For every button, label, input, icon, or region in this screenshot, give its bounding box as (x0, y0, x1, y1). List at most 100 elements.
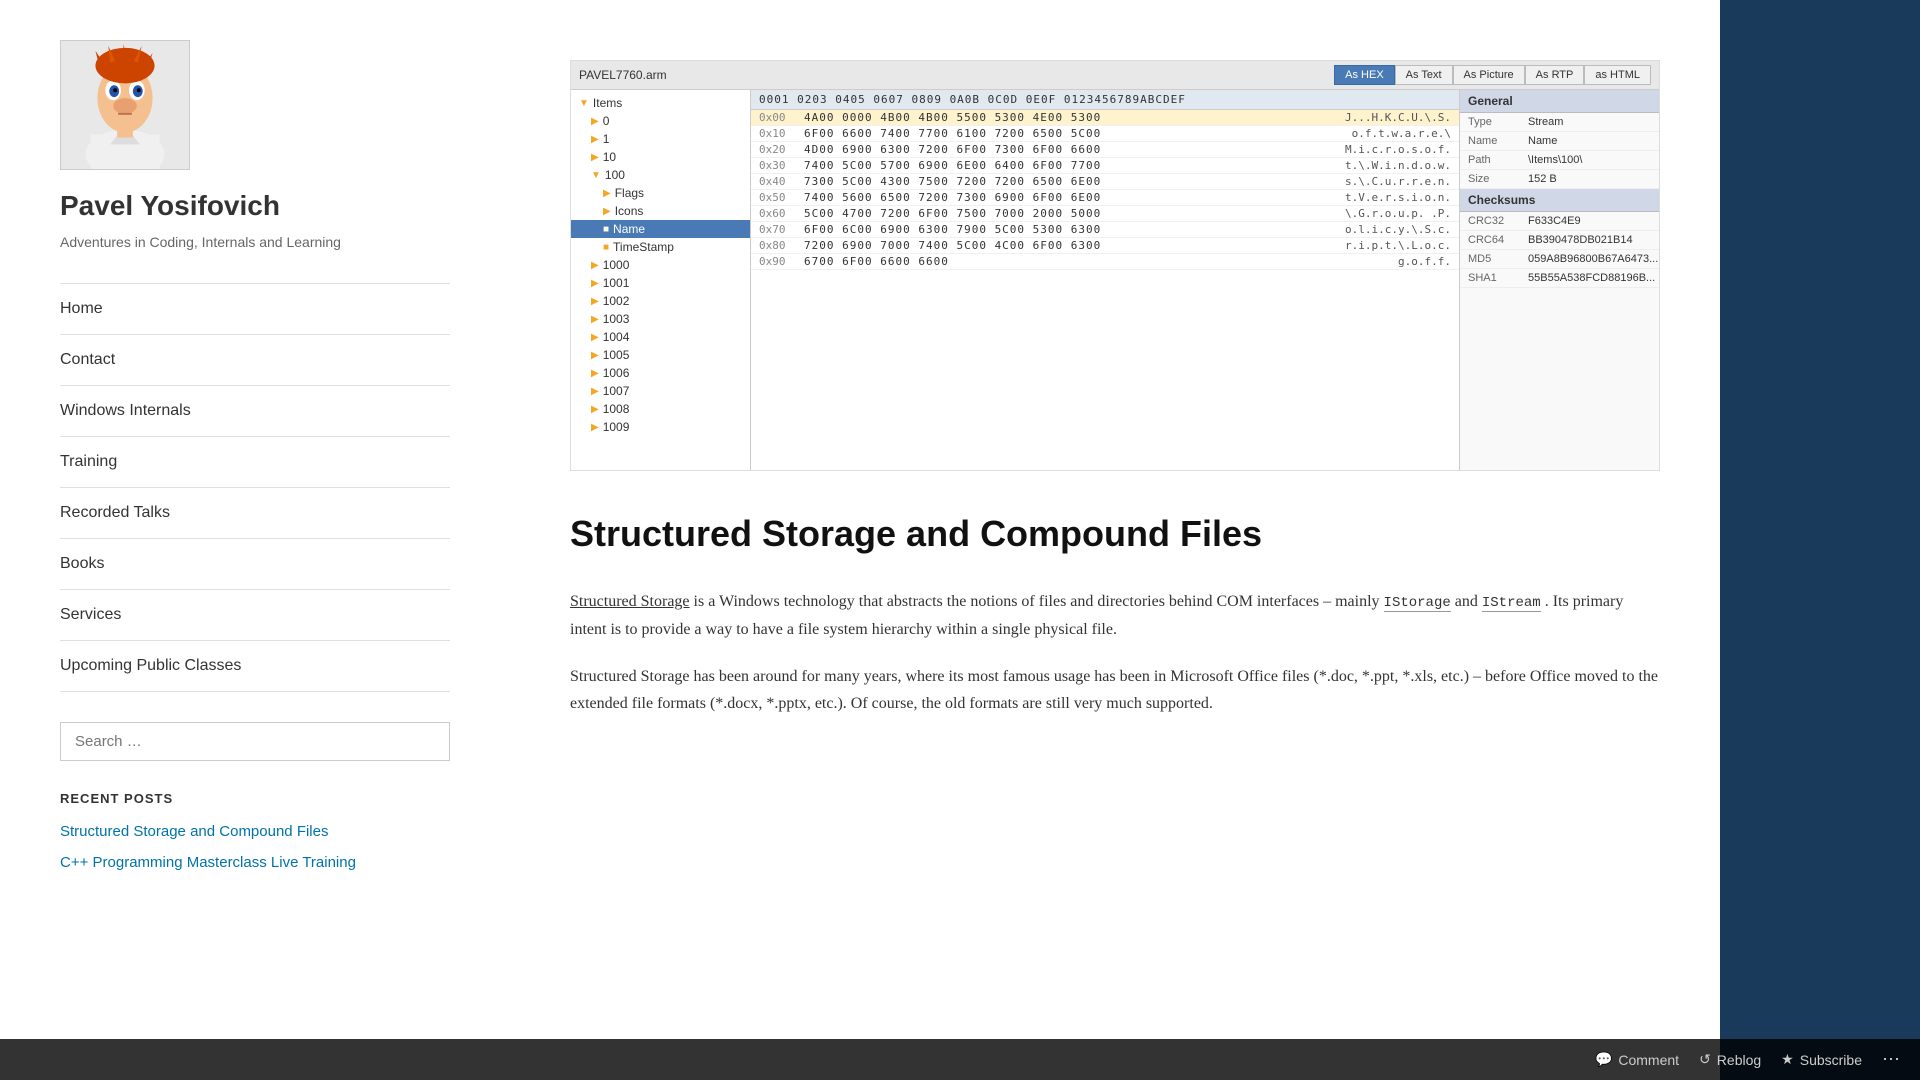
tree-1005[interactable]: ▶ 1005 (571, 346, 750, 364)
tree-1002[interactable]: ▶ 1002 (571, 292, 750, 310)
tree-100[interactable]: ▼ 100 (571, 166, 750, 184)
tree-items[interactable]: ▼ Items (571, 94, 750, 112)
istorage-code: IStorage (1384, 595, 1451, 612)
istream-code: IStream (1482, 595, 1541, 612)
tree-1009[interactable]: ▶ 1009 (571, 418, 750, 436)
hex-display: 0001 0203 0405 0607 0809 0A0B 0C0D 0E0F … (751, 90, 1459, 470)
tree-label: Icons (615, 204, 644, 218)
article-title: Structured Storage and Compound Files (570, 511, 1660, 558)
tree-1006[interactable]: ▶ 1006 (571, 364, 750, 382)
tree-label: 1003 (603, 312, 630, 326)
tree-label: 1007 (603, 384, 630, 398)
folder-icon: ▶ (591, 404, 599, 415)
recent-post-1[interactable]: Structured Storage and Compound Files (60, 821, 450, 842)
tree-name[interactable]: ■ Name (571, 220, 750, 238)
main-content: PAVEL7760.arm As HEX As Text As Picture … (510, 0, 1720, 1080)
hex-row-9: 0x90 6700 6F00 6600 6600 g.o.f.f. (751, 254, 1459, 270)
tree-timestamp[interactable]: ■ TimeStamp (571, 238, 750, 256)
subscribe-label: Subscribe (1800, 1052, 1862, 1068)
file-icon: ■ (603, 224, 609, 235)
folder-icon: ▼ (591, 170, 601, 181)
article-paragraph-2: Structured Storage has been around for m… (570, 663, 1660, 717)
tree-label: TimeStamp (613, 240, 674, 254)
viewer-title: PAVEL7760.arm (579, 68, 1330, 82)
tab-as-hex[interactable]: As HEX (1334, 65, 1395, 85)
tree-label: 1002 (603, 294, 630, 308)
nav-item-upcoming-classes[interactable]: Upcoming Public Classes (60, 641, 450, 692)
folder-icon: ▶ (591, 368, 599, 379)
tab-as-text[interactable]: As Text (1395, 65, 1453, 85)
folder-icon: ▶ (591, 116, 599, 127)
tree-1001[interactable]: ▶ 1001 (571, 274, 750, 292)
nav-item-windows-internals[interactable]: Windows Internals (60, 386, 450, 437)
tree-label: 1008 (603, 402, 630, 416)
tree-10[interactable]: ▶ 10 (571, 148, 750, 166)
tree-label: 1006 (603, 366, 630, 380)
nav-item-training[interactable]: Training (60, 437, 450, 488)
subscribe-button[interactable]: ★ Subscribe (1781, 1051, 1862, 1068)
hex-row-6: 0x60 5C00 4700 7200 6F00 7500 7000 2000 … (751, 206, 1459, 222)
hex-column-header: 0001 0203 0405 0607 0809 0A0B 0C0D 0E0F … (751, 90, 1459, 110)
folder-icon: ▶ (591, 332, 599, 343)
tree-1000[interactable]: ▶ 1000 (571, 256, 750, 274)
tree-label: 1005 (603, 348, 630, 362)
tree-0[interactable]: ▶ 0 (571, 112, 750, 130)
sidebar: Pavel Yosifovich Adventures in Coding, I… (0, 0, 510, 1080)
hex-row-2: 0x20 4D00 6900 6300 7200 6F00 7300 6F00 … (751, 142, 1459, 158)
recent-post-2[interactable]: C++ Programming Masterclass Live Trainin… (60, 852, 450, 873)
viewer-tree[interactable]: ▼ Items ▶ 0 ▶ 1 ▶ 10 ▼ 100 (571, 90, 751, 470)
more-options-button[interactable]: ⋯ (1882, 1049, 1900, 1070)
info-name: Name Name (1460, 132, 1659, 151)
folder-icon: ▶ (591, 260, 599, 271)
article-paragraph-1: Structured Storage is a Windows technolo… (570, 588, 1660, 643)
tree-label: Items (593, 96, 622, 110)
info-crc32: CRC32 F633C4E9 (1460, 212, 1659, 231)
tab-as-html[interactable]: as HTML (1584, 65, 1651, 85)
nav-item-recorded-talks[interactable]: Recorded Talks (60, 488, 450, 539)
nav-item-books[interactable]: Books (60, 539, 450, 590)
hex-row-1: 0x10 6F00 6600 7400 7700 6100 7200 6500 … (751, 126, 1459, 142)
tree-label: 1004 (603, 330, 630, 344)
hex-row-0: 0x00 4A00 0000 4B00 4B00 5500 5300 4E00 … (751, 110, 1459, 126)
info-crc64: CRC64 BB390478DB021B14 (1460, 231, 1659, 250)
nav-item-home[interactable]: Home (60, 284, 450, 335)
article-text-1b: and (1455, 593, 1482, 610)
avatar-container (60, 40, 190, 170)
comment-button[interactable]: 💬 Comment (1595, 1051, 1679, 1068)
tree-flags[interactable]: ▶ Flags (571, 184, 750, 202)
viewer-tabs: As HEX As Text As Picture As RTP as HTML (1334, 65, 1651, 85)
comment-icon: 💬 (1595, 1051, 1612, 1068)
tree-1004[interactable]: ▶ 1004 (571, 328, 750, 346)
tree-1008[interactable]: ▶ 1008 (571, 400, 750, 418)
info-size: Size 152 B (1460, 170, 1659, 189)
info-panel: General Type Stream Name Name Path \Item… (1459, 90, 1659, 470)
recent-posts-heading: RECENT POSTS (60, 791, 450, 806)
nav-item-services[interactable]: Services (60, 590, 450, 641)
info-md5: MD5 059A8B96800B67A6473... (1460, 250, 1659, 269)
bottom-bar: 💬 Comment ↺ Reblog ★ Subscribe ⋯ (0, 1039, 1920, 1080)
tab-as-rtp[interactable]: As RTP (1525, 65, 1585, 85)
tree-1007[interactable]: ▶ 1007 (571, 382, 750, 400)
info-type: Type Stream (1460, 113, 1659, 132)
hex-row-8: 0x80 7200 6900 7000 7400 5C00 4C00 6F00 … (751, 238, 1459, 254)
hex-row-3: 0x30 7400 5C00 5700 6900 6E00 6400 6F00 … (751, 158, 1459, 174)
search-container (60, 722, 450, 761)
search-input[interactable] (60, 722, 450, 761)
viewer-toolbar: PAVEL7760.arm As HEX As Text As Picture … (571, 61, 1659, 90)
reblog-button[interactable]: ↺ Reblog (1699, 1051, 1761, 1068)
tab-as-picture[interactable]: As Picture (1453, 65, 1525, 85)
folder-icon: ▶ (591, 386, 599, 397)
nav-item-contact[interactable]: Contact (60, 335, 450, 386)
tree-icons[interactable]: ▶ Icons (571, 202, 750, 220)
site-title: Pavel Yosifovich (60, 190, 280, 222)
tree-label: 1 (603, 132, 610, 146)
folder-icon: ▶ (591, 278, 599, 289)
recent-posts-section: RECENT POSTS Structured Storage and Comp… (60, 791, 450, 883)
structured-storage-link[interactable]: Structured Storage (570, 593, 690, 610)
tree-label: Name (613, 222, 645, 236)
tree-1[interactable]: ▶ 1 (571, 130, 750, 148)
tree-label: 1009 (603, 420, 630, 434)
subscribe-icon: ★ (1781, 1051, 1794, 1068)
tree-1003[interactable]: ▶ 1003 (571, 310, 750, 328)
site-description: Adventures in Coding, Internals and Lear… (60, 232, 341, 253)
